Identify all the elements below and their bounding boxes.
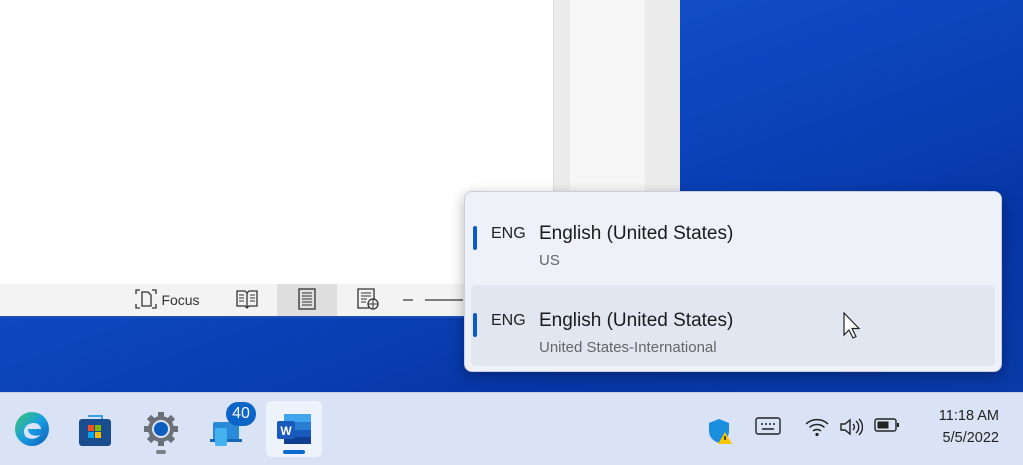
web-layout-button[interactable]	[343, 284, 393, 316]
taskbar-edge[interactable]	[4, 401, 60, 457]
settings-gear-icon	[144, 412, 178, 446]
clock[interactable]: 11:18 AM 5/5/2022	[939, 405, 999, 449]
zoom-slider[interactable]	[403, 284, 463, 316]
clock-date: 5/5/2022	[942, 430, 999, 446]
edge-icon	[15, 412, 49, 446]
language-code: ENG	[491, 312, 526, 329]
language-item[interactable]: ENG English (United States) US	[471, 198, 995, 279]
taskbar-settings[interactable]	[133, 401, 189, 457]
web-layout-icon	[357, 287, 379, 313]
battery-icon	[874, 418, 899, 432]
volume-tray[interactable]	[836, 417, 866, 437]
selected-indicator	[473, 226, 477, 250]
wifi-icon	[805, 418, 829, 437]
store-icon	[79, 415, 111, 446]
taskbar: W 11:18 AM 5/5/2022	[0, 392, 1023, 465]
shield-warning-icon	[709, 419, 732, 444]
svg-text:W: W	[280, 424, 292, 438]
battery-tray[interactable]	[870, 417, 904, 433]
print-layout-button[interactable]	[277, 284, 337, 316]
language-flyout: ENG English (United States) US ENG Engli…	[464, 191, 1002, 372]
focus-button[interactable]: Focus	[130, 284, 205, 316]
read-mode-button[interactable]	[222, 284, 272, 316]
active-indicator	[283, 450, 305, 454]
language-name: English (United States)	[539, 310, 734, 331]
mouse-cursor-icon	[843, 312, 861, 339]
windows-security-tray[interactable]	[704, 417, 738, 445]
volume-icon	[840, 418, 863, 436]
keyboard-layout: United States-International	[539, 339, 717, 356]
running-indicator	[156, 450, 166, 454]
wifi-tray[interactable]	[801, 417, 833, 437]
language-item[interactable]: ENG English (United States) United State…	[471, 285, 995, 366]
focus-icon	[135, 288, 158, 312]
language-code: ENG	[491, 225, 526, 242]
read-mode-icon	[236, 289, 258, 312]
keyboard-icon	[755, 417, 781, 435]
language-name: English (United States)	[539, 223, 734, 244]
print-layout-icon	[298, 287, 316, 313]
focus-label: Focus	[161, 292, 200, 308]
touch-keyboard-tray[interactable]	[752, 417, 784, 435]
notification-badge: 40	[226, 402, 256, 426]
taskbar-word[interactable]: W	[266, 401, 322, 457]
selected-indicator	[473, 313, 477, 337]
clock-time: 11:18 AM	[938, 408, 999, 424]
taskbar-store[interactable]	[67, 401, 123, 457]
word-icon: W	[277, 414, 311, 444]
keyboard-layout: US	[539, 252, 560, 269]
